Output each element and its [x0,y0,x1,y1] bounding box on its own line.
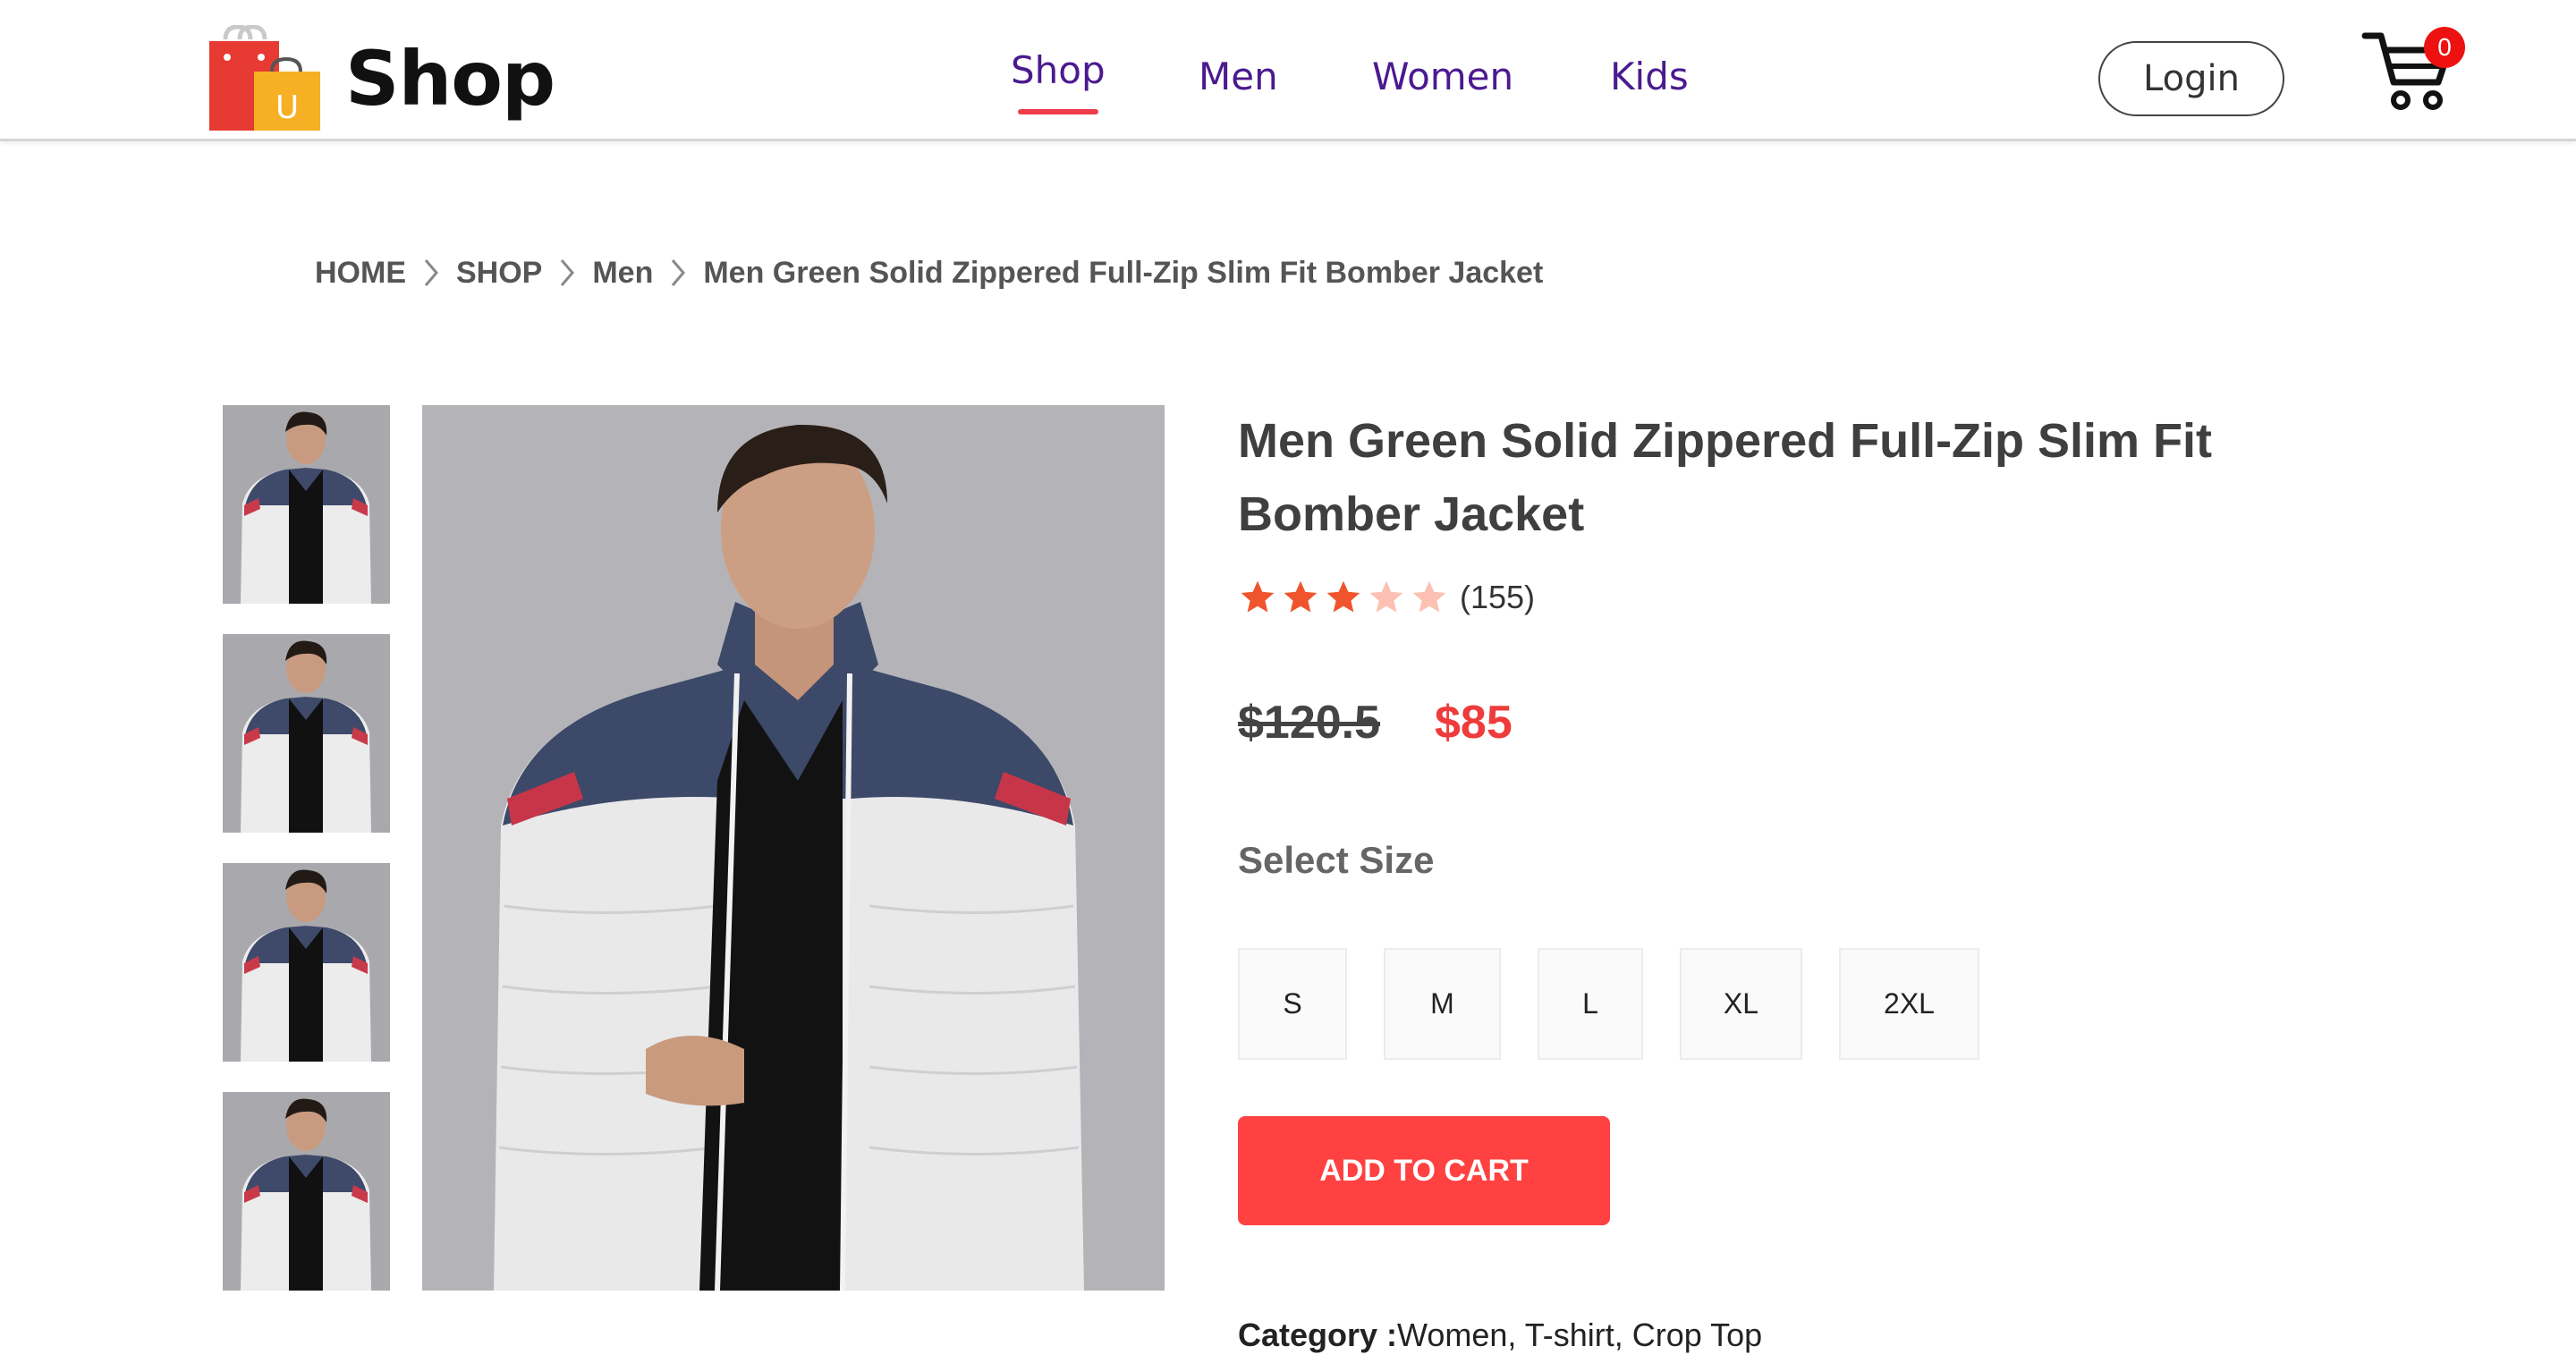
size-option-2xl[interactable]: 2XL [1839,948,1979,1060]
breadcrumb-current-product: Men Green Solid Zippered Full-Zip Slim F… [703,255,1544,290]
sale-price: $85 [1435,697,1513,749]
star-icon [1412,580,1446,613]
product-thumbnail-1[interactable] [223,405,390,604]
jacket-photo-thumbnail [223,863,390,1062]
chevron-right-icon [406,255,456,291]
star-icon [1241,580,1275,613]
size-option-m[interactable]: M [1384,948,1501,1060]
product-category: Category :Women, T-shirt, Crop Top [1238,1316,1762,1354]
cart-count-badge: 0 [2424,27,2465,68]
nav-item-shop[interactable]: Shop [1011,48,1106,114]
review-count: (155) [1460,579,1536,615]
product-title-line-2: Bomber Jacket [1238,487,1585,541]
login-button[interactable]: Login [2098,41,2284,116]
star-icon [1326,580,1360,613]
product-main-image [422,405,1165,1291]
jacket-photo [422,405,1165,1291]
nav-item-kids[interactable]: Kids [1610,55,1689,98]
product-title: Men Green Solid Zippered Full-Zip Slim F… [1238,404,2311,551]
product-thumbnail-2[interactable] [223,634,390,833]
category-value[interactable]: Women, T-shirt, Crop Top [1397,1316,1762,1353]
breadcrumb-home[interactable]: HOME [315,256,406,291]
star-icon [1284,580,1318,613]
jacket-photo-thumbnail [223,634,390,833]
size-option-xl[interactable]: XL [1680,948,1802,1060]
product-rating: (155) [1238,574,1535,621]
original-price: $120.5 [1238,697,1381,749]
size-option-l[interactable]: L [1538,948,1643,1060]
chevron-right-icon [542,255,592,291]
breadcrumb-men[interactable]: Men [592,256,653,291]
add-to-cart-button[interactable]: ADD TO CART [1238,1116,1610,1225]
star-icon [1369,580,1403,613]
select-size-label: Select Size [1238,839,1435,881]
jacket-photo-thumbnail [223,405,390,604]
breadcrumb: HOME SHOP Men Men Green Solid Zippered F… [315,250,1543,295]
jacket-photo-thumbnail [223,1092,390,1291]
chevron-right-icon [653,255,703,291]
cart-button[interactable]: 0 [2361,27,2469,116]
nav-item-men[interactable]: Men [1199,55,1278,98]
product-thumbnail-4[interactable] [223,1092,390,1291]
product-thumbnail-3[interactable] [223,863,390,1062]
site-header: U Shop Shop Men Women Kids Login 0 [0,0,2576,141]
breadcrumb-shop[interactable]: SHOP [456,256,542,291]
nav-item-women[interactable]: Women [1372,55,1513,98]
product-title-line-1: Men Green Solid Zippered Full-Zip Slim F… [1238,414,2213,468]
size-option-s[interactable]: S [1238,948,1347,1060]
category-label: Category : [1238,1316,1398,1353]
